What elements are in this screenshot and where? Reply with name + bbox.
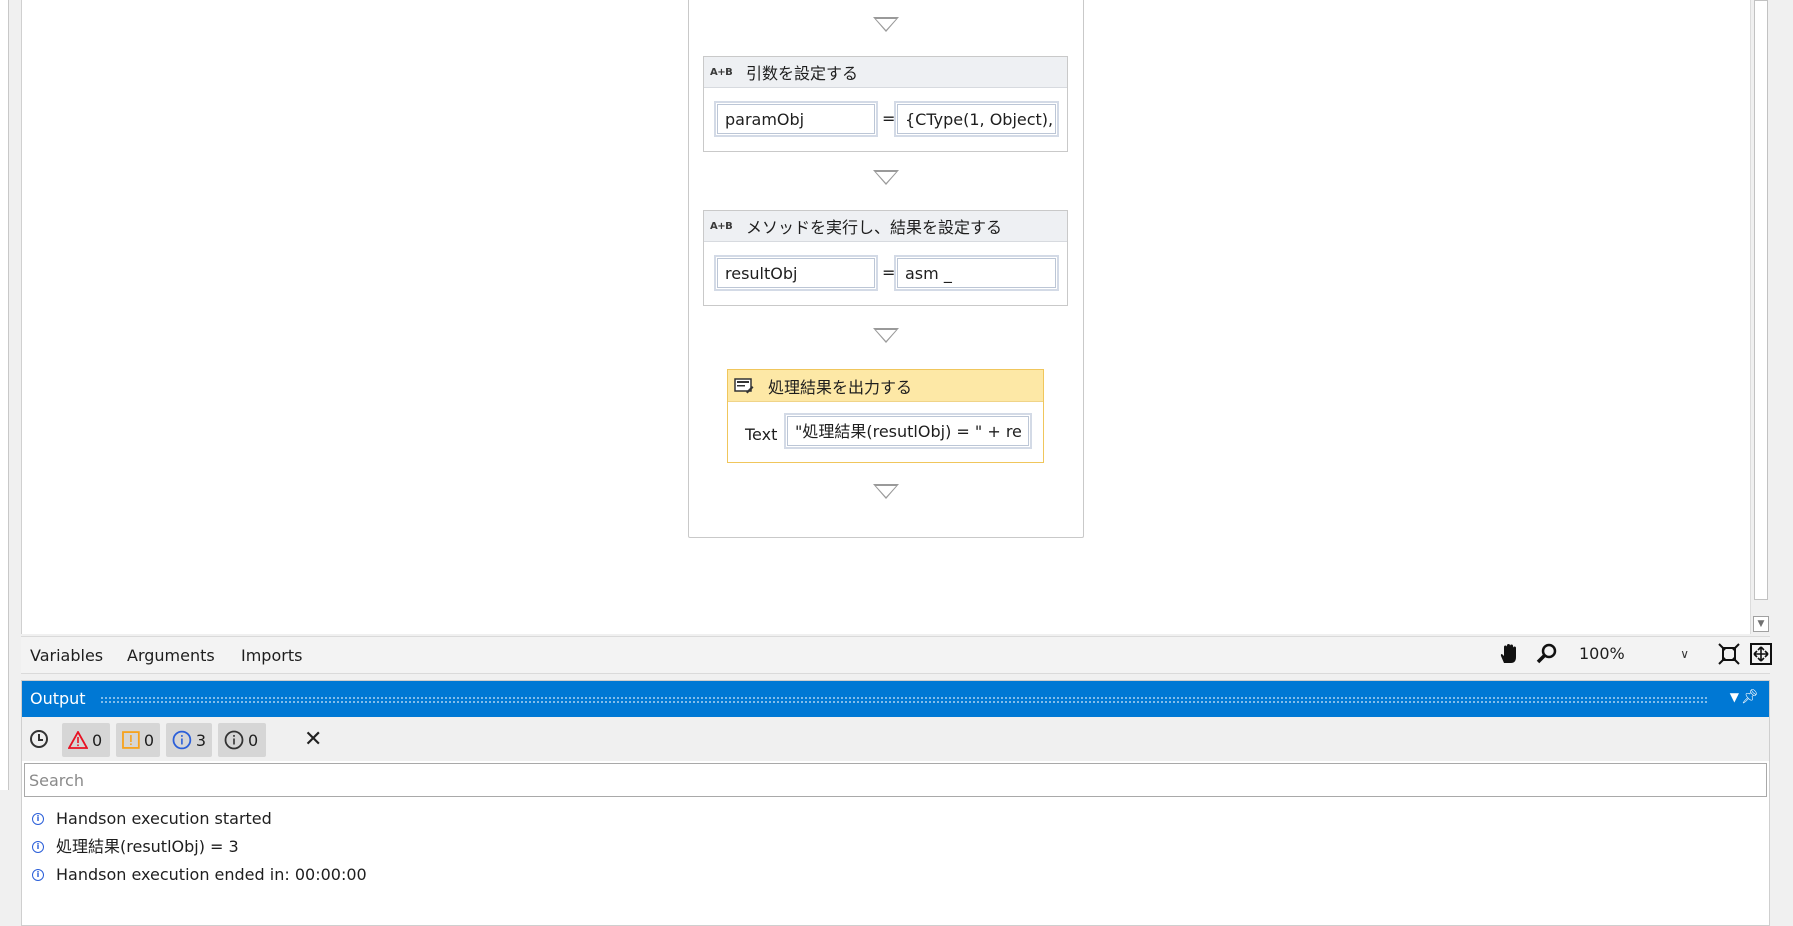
zoom-level-select[interactable]: 100% ∨ [1573,640,1699,668]
output-log-list: i Handson execution started i 処理結果(resut… [30,805,367,889]
write-line-icon [734,377,754,394]
log-line-text: 処理結果(resutlObj) = 3 [56,837,239,856]
assign-value-field[interactable]: {CType(1, Object), ( [894,101,1059,137]
drop-target-arrow-icon[interactable] [873,328,899,343]
designer-window: ▼ A+B 引数を設定する paramObj = {CType(1, Objec… [0,0,1793,926]
reset-zoom-icon[interactable] [1749,643,1773,667]
tab-variables[interactable]: Variables [30,646,103,665]
text-expression-value: "処理結果(resutlObj) = " + re [787,416,1029,446]
activity-title: 処理結果を出力する [768,377,913,397]
output-search-field[interactable] [24,763,1767,797]
vertical-scrollbar[interactable]: ▼ [1750,0,1771,634]
filter-trace-button[interactable]: 0 [218,723,266,757]
drop-target-arrow-icon[interactable] [873,17,899,32]
assign-to-value: resultObj [717,258,875,288]
zoom-level-value: 100% [1579,644,1625,663]
assign-to-value: paramObj [717,104,875,134]
activity-header[interactable]: 処理結果を出力する [728,370,1043,402]
assign-to-field[interactable]: paramObj [714,101,878,137]
pin-icon[interactable]: 📌︎ [1741,689,1759,705]
info-icon: i [32,841,44,853]
warning-icon [122,731,140,749]
activity-header[interactable]: A+B 引数を設定する [704,57,1067,88]
output-toolbar: 0 0 3 0 ✕ [22,717,1769,761]
log-line[interactable]: i Handson execution started [30,805,367,833]
log-line-text: Handson execution started [56,809,272,828]
info-count: 3 [195,730,206,750]
writeline-activity[interactable]: 処理結果を出力する Text "処理結果(resutlObj) = " + re [727,369,1044,463]
scroll-down-icon[interactable]: ▼ [1753,616,1769,632]
timestamp-toggle-icon[interactable] [30,730,48,748]
dropdown-arrow-icon[interactable]: ▼ [1730,690,1739,704]
assign-icon: A+B [710,66,733,78]
info-icon: i [32,869,44,881]
assign-activity-set-arguments[interactable]: A+B 引数を設定する paramObj = {CType(1, Object)… [703,56,1068,152]
activity-header[interactable]: A+B メソッドを実行し、結果を設定する [704,211,1067,242]
warnings-count: 0 [143,730,154,750]
tab-arguments[interactable]: Arguments [127,646,215,665]
error-triangle-icon [68,731,88,749]
assign-activity-execute-method[interactable]: A+B メソッドを実行し、結果を設定する resultObj = asm _ [703,210,1068,306]
filter-errors-button[interactable]: 0 [62,723,110,757]
assign-value-field[interactable]: asm _ [894,255,1059,291]
log-line-text: Handson execution ended in: 00:00:00 [56,865,367,884]
log-line[interactable]: i 処理結果(resutlObj) = 3 [30,833,367,861]
scrollbar-thumb[interactable] [1754,0,1768,600]
assign-value-expression: {CType(1, Object), ( [897,104,1056,134]
title-bar-grip [100,696,1709,704]
activity-title: 引数を設定する [746,64,859,83]
errors-count: 0 [92,730,103,750]
assign-value-expression: asm _ [897,258,1056,288]
hand-pan-icon[interactable] [1497,643,1521,667]
trace-icon [224,730,244,750]
filter-warnings-button[interactable]: 0 [116,723,160,757]
info-icon [172,730,192,750]
fit-to-screen-icon[interactable] [1717,643,1741,667]
tab-imports[interactable]: Imports [241,646,302,665]
drop-target-arrow-icon[interactable] [873,170,899,185]
info-icon: i [32,813,44,825]
activity-title: メソッドを実行し、結果を設定する [746,218,1003,237]
output-title-bar[interactable]: Output ▼ 📌︎ [22,681,1769,717]
assign-icon: A+B [710,220,733,232]
trace-count: 0 [248,730,259,750]
clear-output-icon[interactable]: ✕ [304,727,322,752]
log-line[interactable]: i Handson execution ended in: 00:00:00 [30,861,367,889]
text-label: Text [745,425,778,444]
assign-to-field[interactable]: resultObj [714,255,878,291]
text-expression-field[interactable]: "処理結果(resutlObj) = " + re [784,413,1032,449]
drop-target-arrow-icon[interactable] [873,484,899,499]
zoom-magnifier-icon[interactable] [1535,643,1559,667]
chevron-down-icon: ∨ [1680,647,1689,661]
filter-info-button[interactable]: 3 [166,723,212,757]
output-title: Output [30,689,86,708]
output-panel: Output ▼ 📌︎ 0 0 3 0 ✕ Search i Handson e… [21,680,1770,926]
designer-bottom-bar: Variables Arguments Imports 100% ∨ [21,636,1773,674]
search-input[interactable] [25,764,1766,796]
left-pane-edge [0,0,9,790]
